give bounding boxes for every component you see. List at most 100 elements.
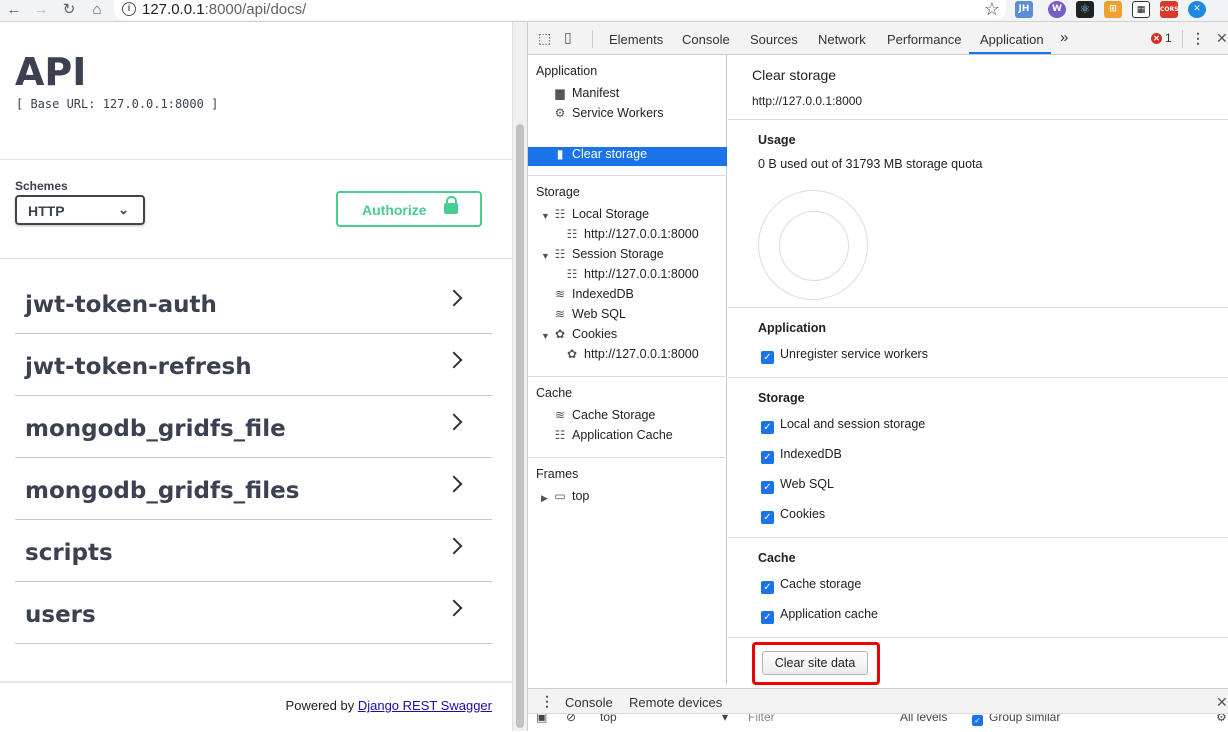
reload-icon[interactable]: ↻ [59,0,79,20]
tab-network[interactable]: Network [818,32,866,47]
scheme-select[interactable]: HTTP ⌄ [15,195,145,225]
kebab-menu-icon[interactable]: ⋮ [1191,30,1205,47]
devtools-panel: ⬚ ▯ Elements Console Sources Network Per… [527,22,1228,732]
indexeddb-checkbox[interactable]: ✓ IndexedDB [761,447,842,464]
sidebar-item-cookies-origin[interactable]: ✿ http://127.0.0.1:8000 [565,347,699,361]
application-cache-checkbox[interactable]: ✓ Application cache [761,607,878,624]
sidebar-item-service-workers[interactable]: ⚙ Service Workers [553,106,664,120]
lock-icon [444,196,458,214]
clear-storage-pane: Clear storage http://127.0.0.1:8000 Usag… [728,55,1228,685]
settings-gear-icon[interactable]: ⚙ [1216,714,1227,724]
group-similar-checkbox[interactable]: ✓ Group similar [972,714,1060,726]
levels-select[interactable]: All levels [900,714,947,724]
operation-row[interactable]: jwt-token-auth [15,272,492,334]
websql-checkbox[interactable]: ✓ Web SQL [761,477,834,494]
cookies-checkbox[interactable]: ✓ Cookies [761,507,825,524]
drawer-tab-remote-devices[interactable]: Remote devices [629,695,722,710]
authorize-button[interactable]: Authorize [336,191,482,227]
chevron-right-icon [445,413,463,431]
sidebar-item-local-storage[interactable]: ☷ Local Storage [553,207,650,221]
extension-icon[interactable]: W [1048,1,1066,18]
grid-icon: ☷ [554,428,566,442]
tab-performance[interactable]: Performance [887,32,961,47]
home-icon[interactable]: ⌂ [87,0,107,20]
storage-header: Storage [758,391,805,405]
sidebar-item-cookies[interactable]: ✿ Cookies [553,327,617,341]
address-bar[interactable]: i 127.0.0.1:8000/api/docs/ ☆ [114,0,1006,20]
tab-console[interactable]: Console [682,32,730,47]
operation-row[interactable]: mongodb_gridfs_files [15,458,492,520]
filter-input[interactable]: Filter [748,714,775,724]
console-toolbar: ▣ ⊘ top ▾ Filter All levels ✓ Group simil… [528,713,1228,732]
divider [728,637,1228,638]
device-toolbar-icon[interactable]: ▯ [564,29,572,46]
operation-row[interactable]: users [15,582,492,644]
gear-icon: ⚙ [554,106,566,120]
authorize-label: Authorize [362,202,427,218]
cors-extension-icon[interactable]: CORS [1160,1,1178,18]
checkmark-icon: ✓ [761,351,774,364]
back-icon[interactable]: ← [4,0,24,20]
checkmark-icon: ✓ [761,421,774,434]
sidebar-item-indexeddb[interactable]: ≋ IndexedDB [553,287,634,301]
chevron-right-icon [445,351,463,369]
sidebar-item-clear-storage[interactable]: ▮ Clear storage [553,147,647,161]
django-rest-swagger-link[interactable]: Django REST Swagger [358,698,492,713]
qr-code-icon[interactable]: ▦ [1132,1,1150,18]
local-session-checkbox[interactable]: ✓ Local and session storage [761,417,925,434]
database-icon: ≋ [554,408,566,422]
more-tabs-icon[interactable]: » [1060,29,1068,46]
tab-sources[interactable]: Sources [750,32,798,47]
extension-icon[interactable]: ✕ [1188,1,1206,18]
sidebar-item-session-storage[interactable]: ☷ Session Storage [553,247,664,261]
browser-toolbar: ← → ↻ ⌂ i 127.0.0.1:8000/api/docs/ ☆ JH … [0,0,1228,22]
collapse-triangle-icon[interactable]: ▶ [541,493,548,504]
clear-console-icon[interactable]: ⊘ [566,714,576,724]
tab-elements[interactable]: Elements [609,32,663,47]
drawer-tab-console[interactable]: Console [565,695,613,710]
forward-icon[interactable]: → [31,0,51,20]
expand-triangle-icon[interactable]: ▼ [541,251,550,261]
page-scrollbar[interactable] [512,22,527,731]
operation-row[interactable]: scripts [15,520,492,582]
sidebar-toggle-icon[interactable]: ▣ [536,714,547,724]
sidebar-item-application-cache[interactable]: ☷ Application Cache [553,428,673,442]
grid-icon: ☷ [566,227,578,241]
divider [0,681,512,683]
sidebar-section-storage: Storage [536,185,580,199]
close-icon[interactable]: ✕ [1216,30,1228,47]
context-select[interactable]: top [600,714,617,724]
tab-application[interactable]: Application [980,32,1044,47]
close-drawer-icon[interactable]: ✕ [1216,694,1228,711]
expand-triangle-icon[interactable]: ▼ [541,211,550,221]
sidebar-item-frame-top[interactable]: ▭ top [553,489,589,503]
swagger-page: API [ Base URL: 127.0.0.1:8000 ] Schemes… [0,22,512,731]
divider [728,307,1228,308]
extension-icon[interactable]: ⊞ [1104,1,1122,18]
scrollbar-thumb[interactable] [516,124,524,728]
drawer-menu-icon[interactable]: ⋮ [540,693,554,710]
expand-triangle-icon[interactable]: ▼ [541,331,550,341]
inspect-element-icon[interactable]: ⬚ [538,30,551,47]
error-icon[interactable]: ✕ [1151,33,1162,44]
divider [1182,30,1183,48]
operation-row[interactable]: mongodb_gridfs_file [15,396,492,458]
operation-name: scripts [25,540,113,566]
unregister-sw-checkbox[interactable]: ✓ Unregister service workers [761,347,928,364]
sidebar-item-websql[interactable]: ≋ Web SQL [553,307,626,321]
info-icon[interactable]: i [122,2,136,16]
operation-name: mongodb_gridfs_file [25,416,286,442]
operation-row[interactable]: jwt-token-refresh [15,334,492,396]
bookmark-star-icon[interactable]: ☆ [984,0,1000,20]
jh-extension-icon[interactable]: JH [1015,1,1033,18]
cache-storage-checkbox[interactable]: ✓ Cache storage [761,577,861,594]
sidebar-item-manifest[interactable]: ▆ Manifest [553,86,619,100]
checkmark-icon: ✓ [972,715,983,726]
react-devtools-icon[interactable]: ⚛ [1076,1,1094,18]
sidebar-item-local-storage-origin[interactable]: ☷ http://127.0.0.1:8000 [565,227,699,241]
sidebar-item-session-storage-origin[interactable]: ☷ http://127.0.0.1:8000 [565,267,699,281]
application-sidebar: Application ▆ Manifest ⚙ Service Workers ▮… [528,55,727,685]
clear-site-data-button[interactable]: Clear site data [762,651,868,675]
database-icon: ≋ [554,307,566,321]
sidebar-item-cache-storage[interactable]: ≋ Cache Storage [553,408,655,422]
